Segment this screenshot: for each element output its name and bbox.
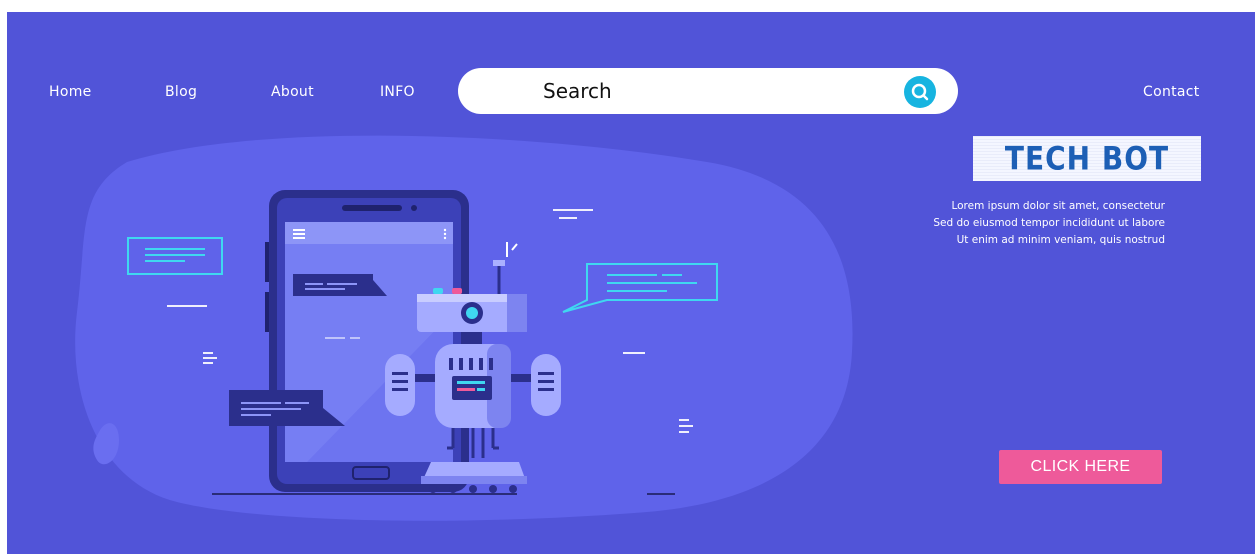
description-line: Ut enim ad minim veniam, quis nostrud (956, 234, 1165, 246)
logo-text: TECH BOT (1004, 139, 1170, 178)
nav-home[interactable]: Home (49, 84, 92, 100)
chat-bubble-icon (562, 263, 718, 313)
nav-contact[interactable]: Contact (1143, 84, 1200, 100)
click-here-button[interactable]: CLICK HERE (999, 450, 1162, 484)
search-button[interactable] (904, 76, 936, 108)
nav-blog[interactable]: Blog (165, 84, 197, 100)
hero-description: Lorem ipsum dolor sit amet, consectetur … (825, 198, 1165, 249)
description-line: Sed do eiusmod tempor incididunt ut labo… (933, 217, 1165, 229)
tech-bot-logo: TECH BOT (973, 136, 1201, 181)
chat-bubble-icon (293, 274, 387, 296)
phone-icon (265, 190, 469, 492)
chat-bubble-icon (127, 237, 223, 275)
search-icon (911, 83, 929, 101)
description-line: Lorem ipsum dolor sit amet, consectetur (951, 200, 1165, 212)
hero-banner: Home Blog About INFO Contact TECH BOT Lo… (7, 12, 1255, 554)
search-bar (458, 68, 958, 114)
nav-info[interactable]: INFO (380, 84, 415, 100)
nav-about[interactable]: About (271, 84, 314, 100)
search-input[interactable] (543, 76, 883, 106)
